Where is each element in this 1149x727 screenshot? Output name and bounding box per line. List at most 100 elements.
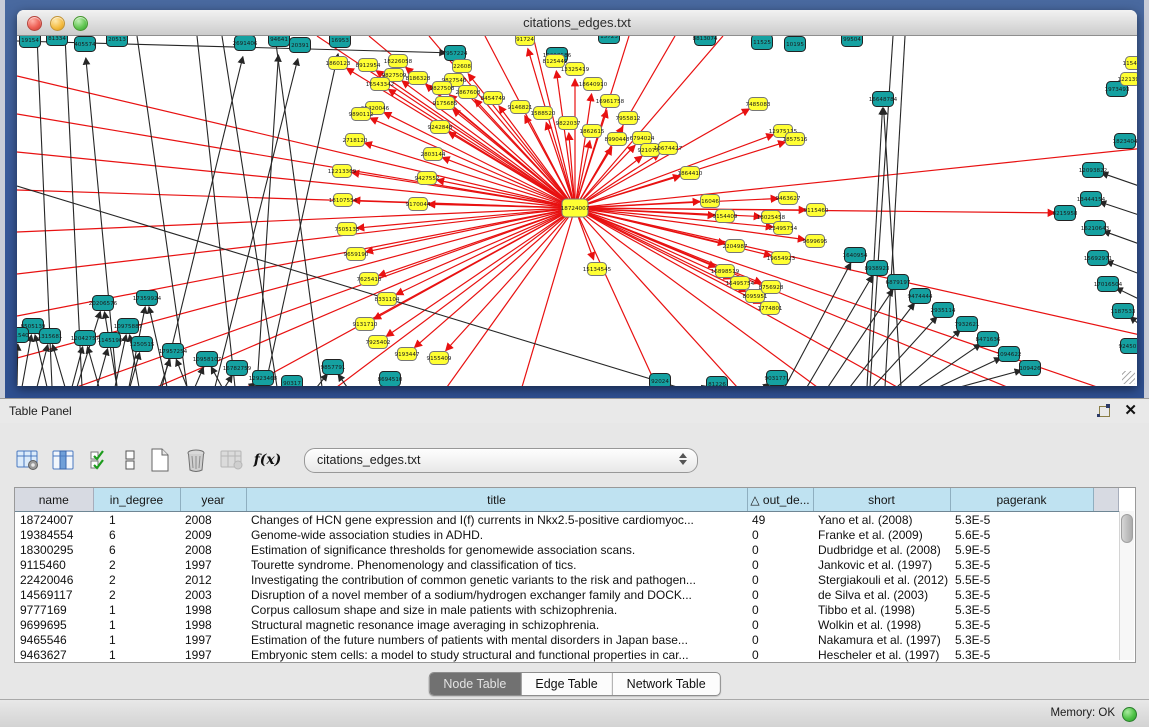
scrollbar-thumb[interactable]: [1121, 514, 1133, 543]
delete-table-icon[interactable]: [218, 447, 245, 473]
cell-name[interactable]: 9777169: [15, 602, 93, 617]
cell-pagerank[interactable]: 5.3E-5: [950, 602, 1093, 617]
cell-year[interactable]: 2008: [180, 542, 246, 557]
cell-out_de[interactable]: 0: [747, 647, 813, 662]
cell-year[interactable]: 2008: [180, 512, 246, 528]
cell-name[interactable]: 19384554: [15, 527, 93, 542]
cell-in_degree[interactable]: 2: [93, 587, 180, 602]
cell-title[interactable]: Structural magnetic resonance image aver…: [246, 617, 747, 632]
select-columns-icon[interactable]: [86, 447, 113, 473]
column-header-name[interactable]: name: [15, 488, 93, 512]
vertical-scrollbar[interactable]: [1119, 511, 1134, 660]
cell-short[interactable]: Nakamura et al. (1997): [813, 632, 950, 647]
cell-in_degree[interactable]: 1: [93, 647, 180, 662]
cell-title[interactable]: Changes of HCN gene expression and I(f) …: [246, 512, 747, 528]
cell-name[interactable]: 9115460: [15, 557, 93, 572]
cell-pagerank[interactable]: 5.9E-5: [950, 542, 1093, 557]
cell-in_degree[interactable]: 6: [93, 542, 180, 557]
cell-year[interactable]: 1998: [180, 617, 246, 632]
cell-year[interactable]: 1997: [180, 557, 246, 572]
cell-pagerank[interactable]: 5.5E-5: [950, 572, 1093, 587]
cell-out_de[interactable]: 0: [747, 557, 813, 572]
node-label: 9242848: [428, 125, 453, 131]
cell-in_degree[interactable]: 2: [93, 557, 180, 572]
cell-title[interactable]: Estimation of the future numbers of pati…: [246, 632, 747, 647]
cell-name[interactable]: 18300295: [15, 542, 93, 557]
cell-short[interactable]: Wolkin et al. (1998): [813, 617, 950, 632]
cell-year[interactable]: 1997: [180, 647, 246, 662]
cell-short[interactable]: Franke et al. (2009): [813, 527, 950, 542]
float-panel-icon[interactable]: [1097, 404, 1110, 417]
cell-short[interactable]: Tibbo et al. (1998): [813, 602, 950, 617]
cell-out_de[interactable]: 0: [747, 527, 813, 542]
cell-title[interactable]: Estimation of significance thresholds fo…: [246, 542, 747, 557]
cell-out_de[interactable]: 0: [747, 617, 813, 632]
function-icon[interactable]: f(x): [254, 447, 281, 473]
column-header-out_de[interactable]: △ out_de...: [747, 488, 813, 512]
cell-year[interactable]: 2012: [180, 572, 246, 587]
cell-pagerank[interactable]: 5.6E-5: [950, 527, 1093, 542]
cell-pagerank[interactable]: 5.3E-5: [950, 587, 1093, 602]
column-header-short[interactable]: short: [813, 488, 950, 512]
cell-pagerank[interactable]: 5.3E-5: [950, 632, 1093, 647]
cell-year[interactable]: 1997: [180, 632, 246, 647]
cell-out_de[interactable]: 0: [747, 632, 813, 647]
cell-title[interactable]: Disruption of a novel member of a sodium…: [246, 587, 747, 602]
cell-short[interactable]: Stergiakouli et al. (2012): [813, 572, 950, 587]
node-label: 13444154: [1077, 197, 1106, 203]
cell-out_de[interactable]: 0: [747, 572, 813, 587]
new-document-icon[interactable]: [146, 447, 173, 473]
cell-in_degree[interactable]: 6: [93, 527, 180, 542]
cell-short[interactable]: de Silva et al. (2003): [813, 587, 950, 602]
cell-short[interactable]: Jankovic et al. (1997): [813, 557, 950, 572]
cell-title[interactable]: Tourette syndrome. Phenomenology and cla…: [246, 557, 747, 572]
cell-in_degree[interactable]: 1: [93, 617, 180, 632]
cell-pagerank[interactable]: 5.3E-5: [950, 512, 1093, 528]
close-panel-icon[interactable]: ✕: [1124, 403, 1137, 418]
cell-title[interactable]: Investigating the contribution of common…: [246, 572, 747, 587]
table-settings-icon[interactable]: [14, 447, 41, 473]
column-header-title[interactable]: title: [246, 488, 747, 512]
cell-pagerank[interactable]: 5.3E-5: [950, 647, 1093, 662]
cell-pagerank[interactable]: 5.3E-5: [950, 557, 1093, 572]
cell-out_de[interactable]: 0: [747, 542, 813, 557]
node-label: 9131710: [353, 322, 378, 328]
cell-name[interactable]: 9465546: [15, 632, 93, 647]
cell-title[interactable]: Embryonic stem cells: a model to study s…: [246, 647, 747, 662]
cell-out_de[interactable]: 49: [747, 512, 813, 528]
cell-name[interactable]: 14569117: [15, 587, 93, 602]
cell-name[interactable]: 18724007: [15, 512, 93, 528]
cell-name[interactable]: 9463627: [15, 647, 93, 662]
cell-short[interactable]: Hescheler et al. (1997): [813, 647, 950, 662]
column-header-pagerank[interactable]: pagerank: [950, 488, 1093, 512]
window-resize-grip[interactable]: [1122, 371, 1135, 384]
cell-title[interactable]: Genome-wide association studies in ADHD.: [246, 527, 747, 542]
column-header-year[interactable]: year: [180, 488, 246, 512]
tab-network-table[interactable]: Network Table: [613, 673, 720, 695]
cell-out_de[interactable]: 0: [747, 602, 813, 617]
cell-out_de[interactable]: 0: [747, 587, 813, 602]
table-selector-dropdown[interactable]: citations_edges.txt: [304, 448, 698, 473]
tab-edge-table[interactable]: Edge Table: [521, 673, 612, 695]
cell-in_degree[interactable]: 1: [93, 602, 180, 617]
table-column-icon[interactable]: [50, 447, 77, 473]
node-label: 8186328: [406, 76, 431, 82]
cell-in_degree[interactable]: 2: [93, 572, 180, 587]
cell-title[interactable]: Corpus callosum shape and size in male p…: [246, 602, 747, 617]
tab-node-table[interactable]: Node Table: [429, 673, 521, 695]
network-window-titlebar[interactable]: citations_edges.txt: [17, 10, 1137, 36]
cell-short[interactable]: Yano et al. (2008): [813, 512, 950, 528]
network-canvas[interactable]: 1915481334405574205132691406946412039116…: [17, 36, 1137, 386]
cell-year[interactable]: 1998: [180, 602, 246, 617]
column-chooser-icon[interactable]: [122, 447, 137, 473]
trash-icon[interactable]: [182, 447, 209, 473]
cell-short[interactable]: Dudbridge et al. (2008): [813, 542, 950, 557]
cell-in_degree[interactable]: 1: [93, 512, 180, 528]
cell-year[interactable]: 2009: [180, 527, 246, 542]
cell-pagerank[interactable]: 5.3E-5: [950, 617, 1093, 632]
cell-name[interactable]: 9699695: [15, 617, 93, 632]
column-header-in_degree[interactable]: in_degree: [93, 488, 180, 512]
cell-name[interactable]: 22420046: [15, 572, 93, 587]
cell-year[interactable]: 2003: [180, 587, 246, 602]
cell-in_degree[interactable]: 1: [93, 632, 180, 647]
